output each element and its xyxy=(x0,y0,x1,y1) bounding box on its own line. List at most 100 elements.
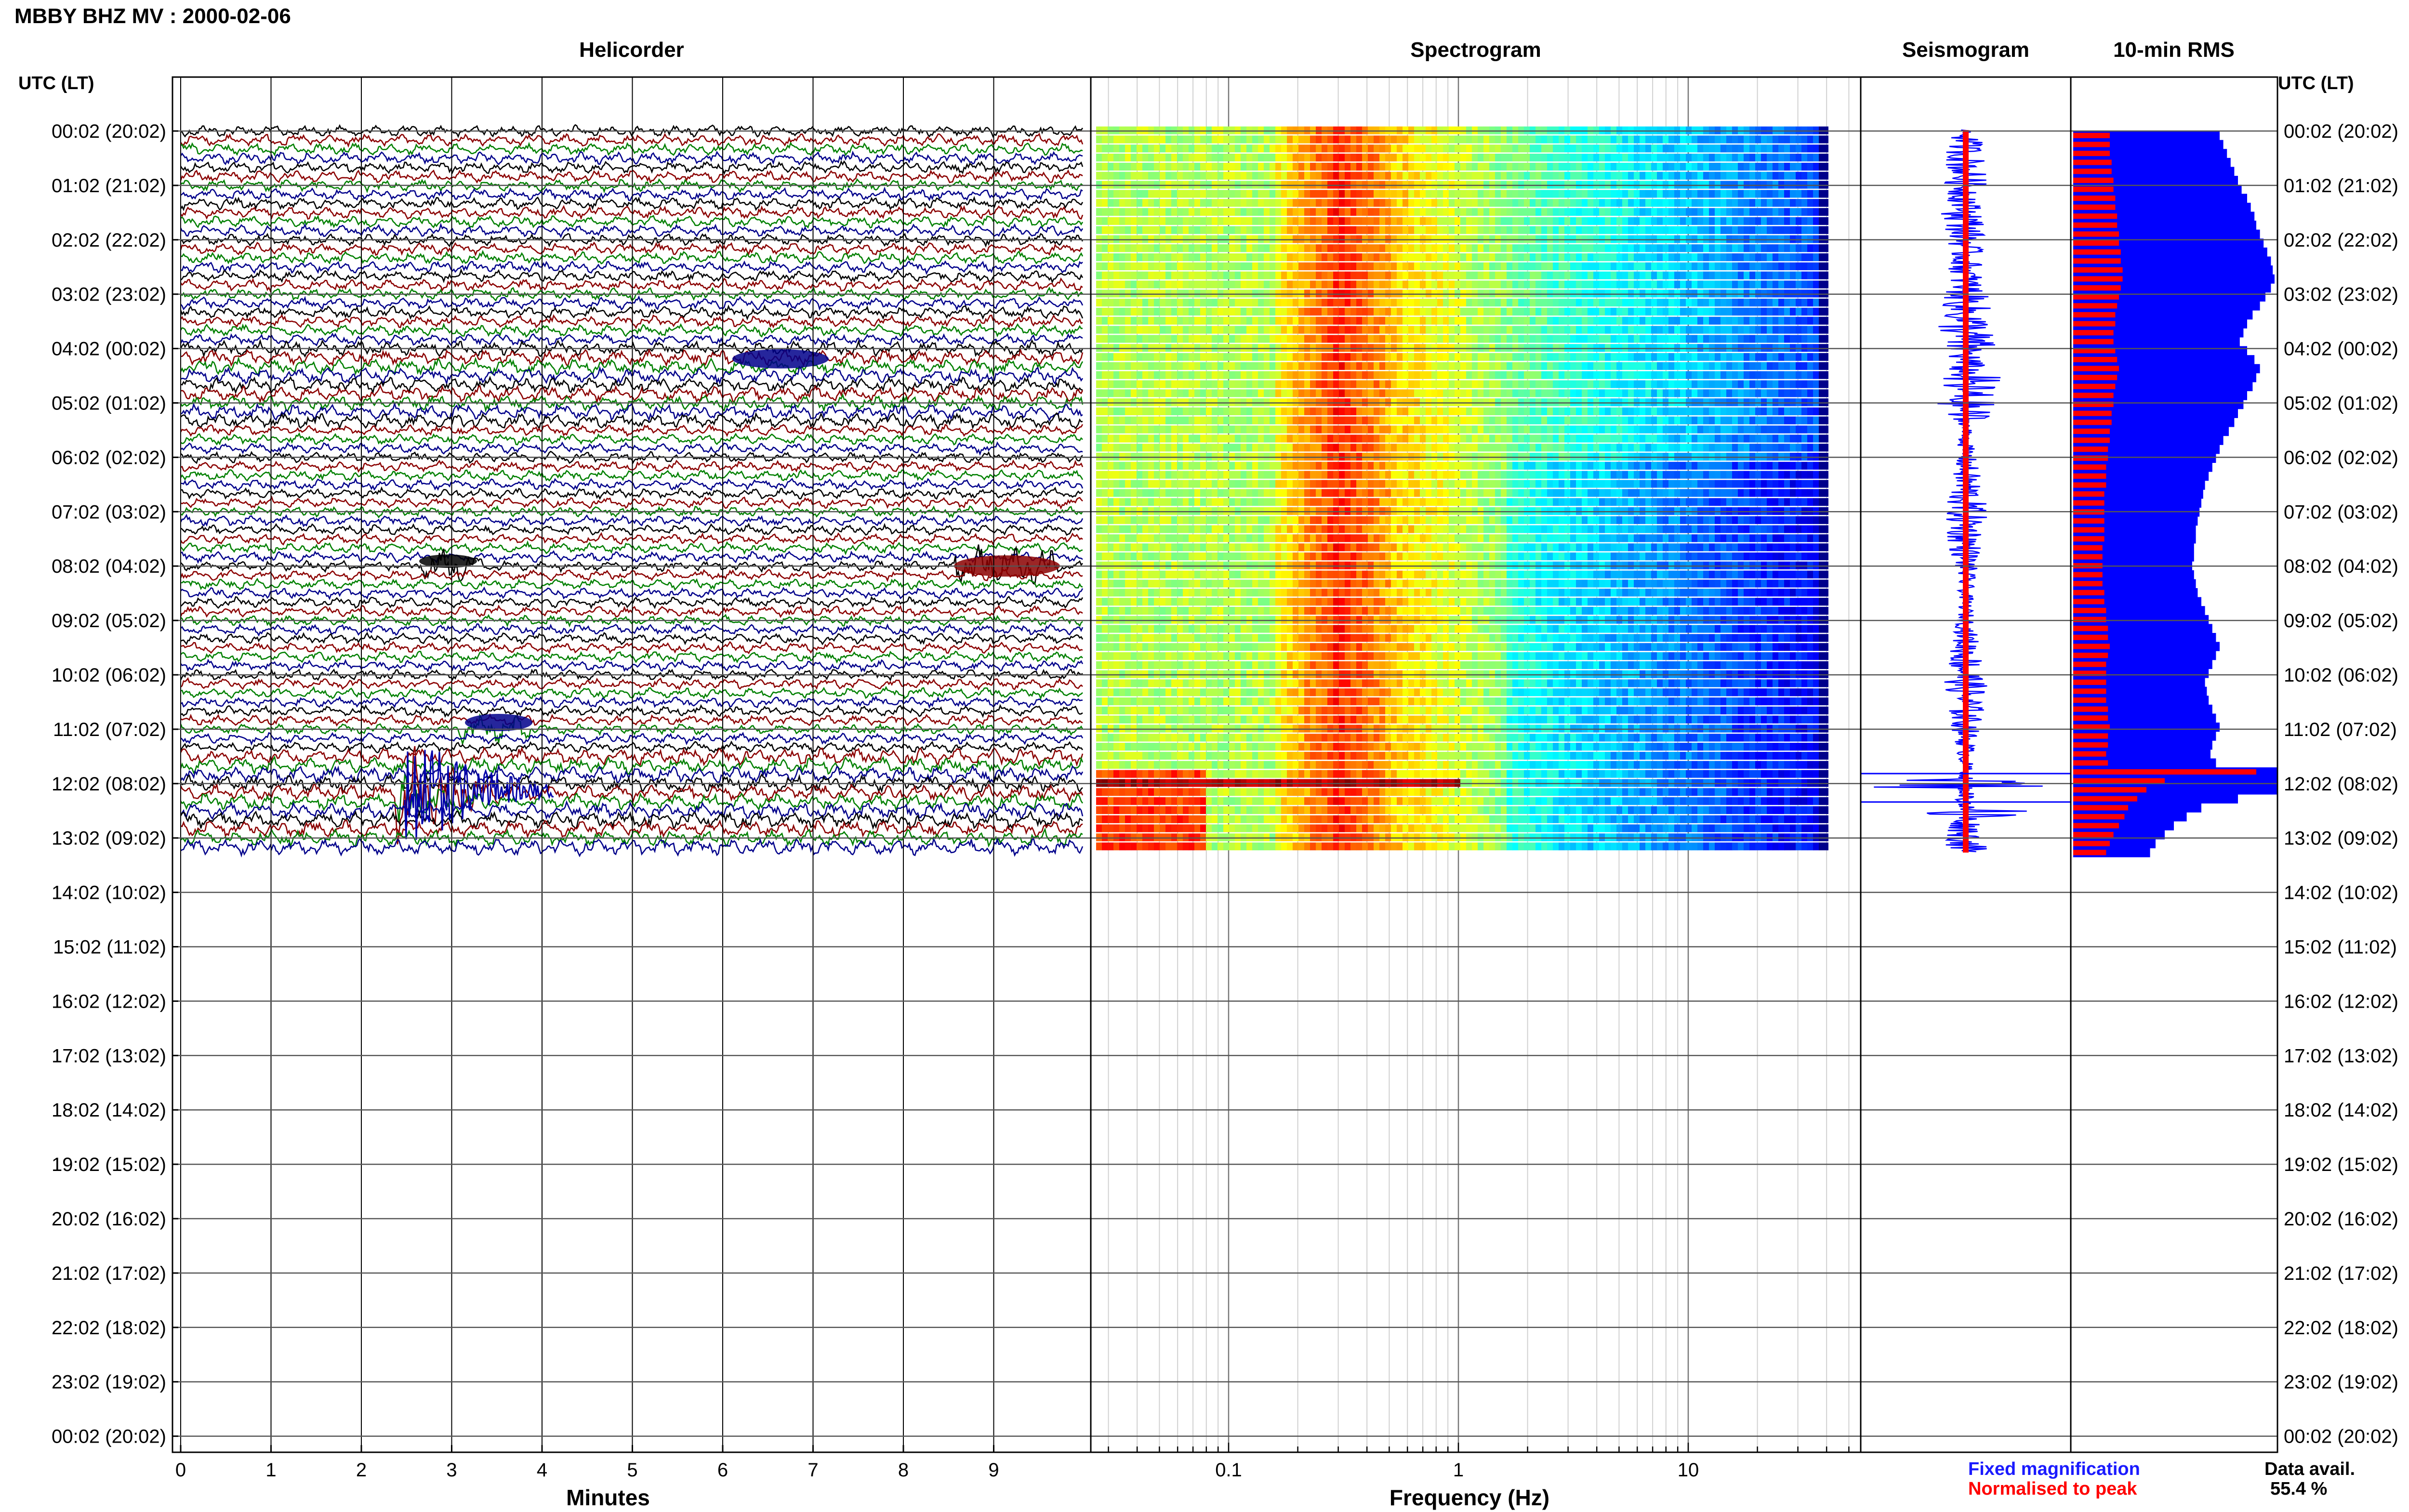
spectrogram-cell xyxy=(1362,461,1368,470)
spectrogram-cell xyxy=(1466,253,1472,262)
spectrogram-cell xyxy=(1483,126,1490,134)
spectrogram-cell xyxy=(1437,154,1443,162)
spectrogram-cell xyxy=(1142,262,1149,270)
spectrogram-cell xyxy=(1582,389,1588,397)
spectrogram-cell xyxy=(1443,353,1449,361)
spectrogram-cell xyxy=(1235,389,1241,397)
spectrogram-cell xyxy=(1241,154,1247,162)
spectrogram-cell xyxy=(1616,389,1623,397)
spectrogram-cell xyxy=(1460,434,1467,443)
spectrogram-cell xyxy=(1582,453,1588,461)
spectrogram-cell xyxy=(1206,335,1212,343)
spectrogram-cell xyxy=(1801,371,1808,379)
spectrogram-cell xyxy=(1385,471,1391,479)
spectrogram-cell xyxy=(1229,453,1235,461)
spectrogram-cell xyxy=(1460,353,1467,361)
spectrogram-cell xyxy=(1385,208,1391,216)
spectrogram-cell xyxy=(1668,126,1675,134)
spectrogram-cell xyxy=(1218,226,1224,234)
spectrogram-cell xyxy=(1755,253,1761,262)
spectrogram-cell xyxy=(1304,145,1310,153)
spectrogram-cell xyxy=(1194,262,1201,270)
spectrogram-cell xyxy=(1483,335,1490,343)
spectrogram-cell xyxy=(1518,154,1524,162)
spectrogram-cell xyxy=(1570,226,1576,234)
spectrogram-cell xyxy=(1449,289,1455,298)
spectrogram-cell xyxy=(1674,471,1681,479)
spectrogram-cell xyxy=(1218,199,1224,207)
spectrogram-cell xyxy=(1541,271,1548,279)
spectrogram-cell xyxy=(1535,471,1542,479)
spectrogram-cell xyxy=(1426,171,1432,180)
spectrogram-cell xyxy=(1189,280,1195,289)
spectrogram-cell xyxy=(1703,362,1709,370)
spectrogram-cell xyxy=(1686,444,1692,452)
spectrogram-cell xyxy=(1131,244,1137,252)
spectrogram-cell xyxy=(1657,126,1663,134)
spectrogram-cell xyxy=(1599,444,1605,452)
spectrogram-cell xyxy=(1241,162,1247,171)
spectrogram-cell xyxy=(1339,226,1345,234)
spectrogram-cell xyxy=(1171,416,1178,424)
spectrogram-cell xyxy=(1680,453,1686,461)
spectrogram-cell xyxy=(1362,289,1368,298)
spectrogram-cell xyxy=(1599,353,1605,361)
spectrogram-cell xyxy=(1460,307,1467,316)
spectrogram-cell xyxy=(1218,154,1224,162)
spectrogram-cell xyxy=(1304,199,1310,207)
spectrogram-cell xyxy=(1570,162,1576,171)
spectrogram-cell xyxy=(1582,208,1588,216)
spectrogram-cell xyxy=(1437,353,1443,361)
spectrogram-cell xyxy=(1241,434,1247,443)
spectrogram-cell xyxy=(1119,461,1125,470)
spectrogram-cell xyxy=(1796,217,1802,225)
spectrogram-cell xyxy=(1264,154,1270,162)
spectrogram-cell xyxy=(1761,126,1767,134)
spectrogram-cell xyxy=(1327,235,1334,243)
spectrogram-cell xyxy=(1252,480,1258,488)
spectrogram-cell xyxy=(1819,253,1828,262)
spectrogram-cell xyxy=(1212,307,1218,316)
spectrogram-cell xyxy=(1096,344,1102,352)
spectrogram-cell xyxy=(1530,235,1536,243)
spectrogram-cell xyxy=(1189,235,1195,243)
spectrogram-cell xyxy=(1697,398,1704,407)
spectrogram-cell xyxy=(1206,480,1212,488)
spectrogram-cell xyxy=(1368,181,1374,189)
spectrogram-cell xyxy=(1605,353,1611,361)
spectrogram-cell xyxy=(1778,171,1785,180)
spectrogram-cell xyxy=(1657,162,1663,171)
spectrogram-cell xyxy=(1131,262,1137,270)
spectrogram-cell xyxy=(1165,299,1172,307)
spectrogram-cell xyxy=(1472,135,1478,144)
spectrogram-cell xyxy=(1455,461,1461,470)
spectrogram-cell xyxy=(1229,407,1235,416)
spectrogram-cell xyxy=(1455,371,1461,379)
spectrogram-cell xyxy=(1622,416,1628,424)
spectrogram-cell xyxy=(1113,208,1120,216)
spectrogram-cell xyxy=(1403,126,1409,134)
spectrogram-cell xyxy=(1564,461,1571,470)
spectrogram-cell xyxy=(1160,398,1166,407)
spectrogram-cell xyxy=(1281,480,1287,488)
spectrogram-cell xyxy=(1709,461,1715,470)
spectrogram-cell xyxy=(1767,398,1773,407)
spectrogram-cell xyxy=(1726,444,1733,452)
spectrogram-cell xyxy=(1345,407,1351,416)
spectrogram-cell xyxy=(1501,190,1507,198)
spectrogram-cell xyxy=(1241,389,1247,397)
spectrogram-cell xyxy=(1535,335,1542,343)
spectrogram-cell xyxy=(1599,335,1605,343)
spectrogram-cell xyxy=(1483,253,1490,262)
spectrogram-cell xyxy=(1414,461,1420,470)
spectrogram-cell xyxy=(1397,371,1403,379)
spectrogram-cell xyxy=(1721,217,1727,225)
spectrogram-cell xyxy=(1426,199,1432,207)
spectrogram-cell xyxy=(1108,389,1114,397)
spectrogram-cell xyxy=(1599,154,1605,162)
spectrogram-cell xyxy=(1512,407,1519,416)
spectrogram-cell xyxy=(1246,398,1253,407)
spectrogram-cell xyxy=(1605,389,1611,397)
spectrogram-cell xyxy=(1535,344,1542,352)
spectrogram-cell xyxy=(1275,335,1282,343)
